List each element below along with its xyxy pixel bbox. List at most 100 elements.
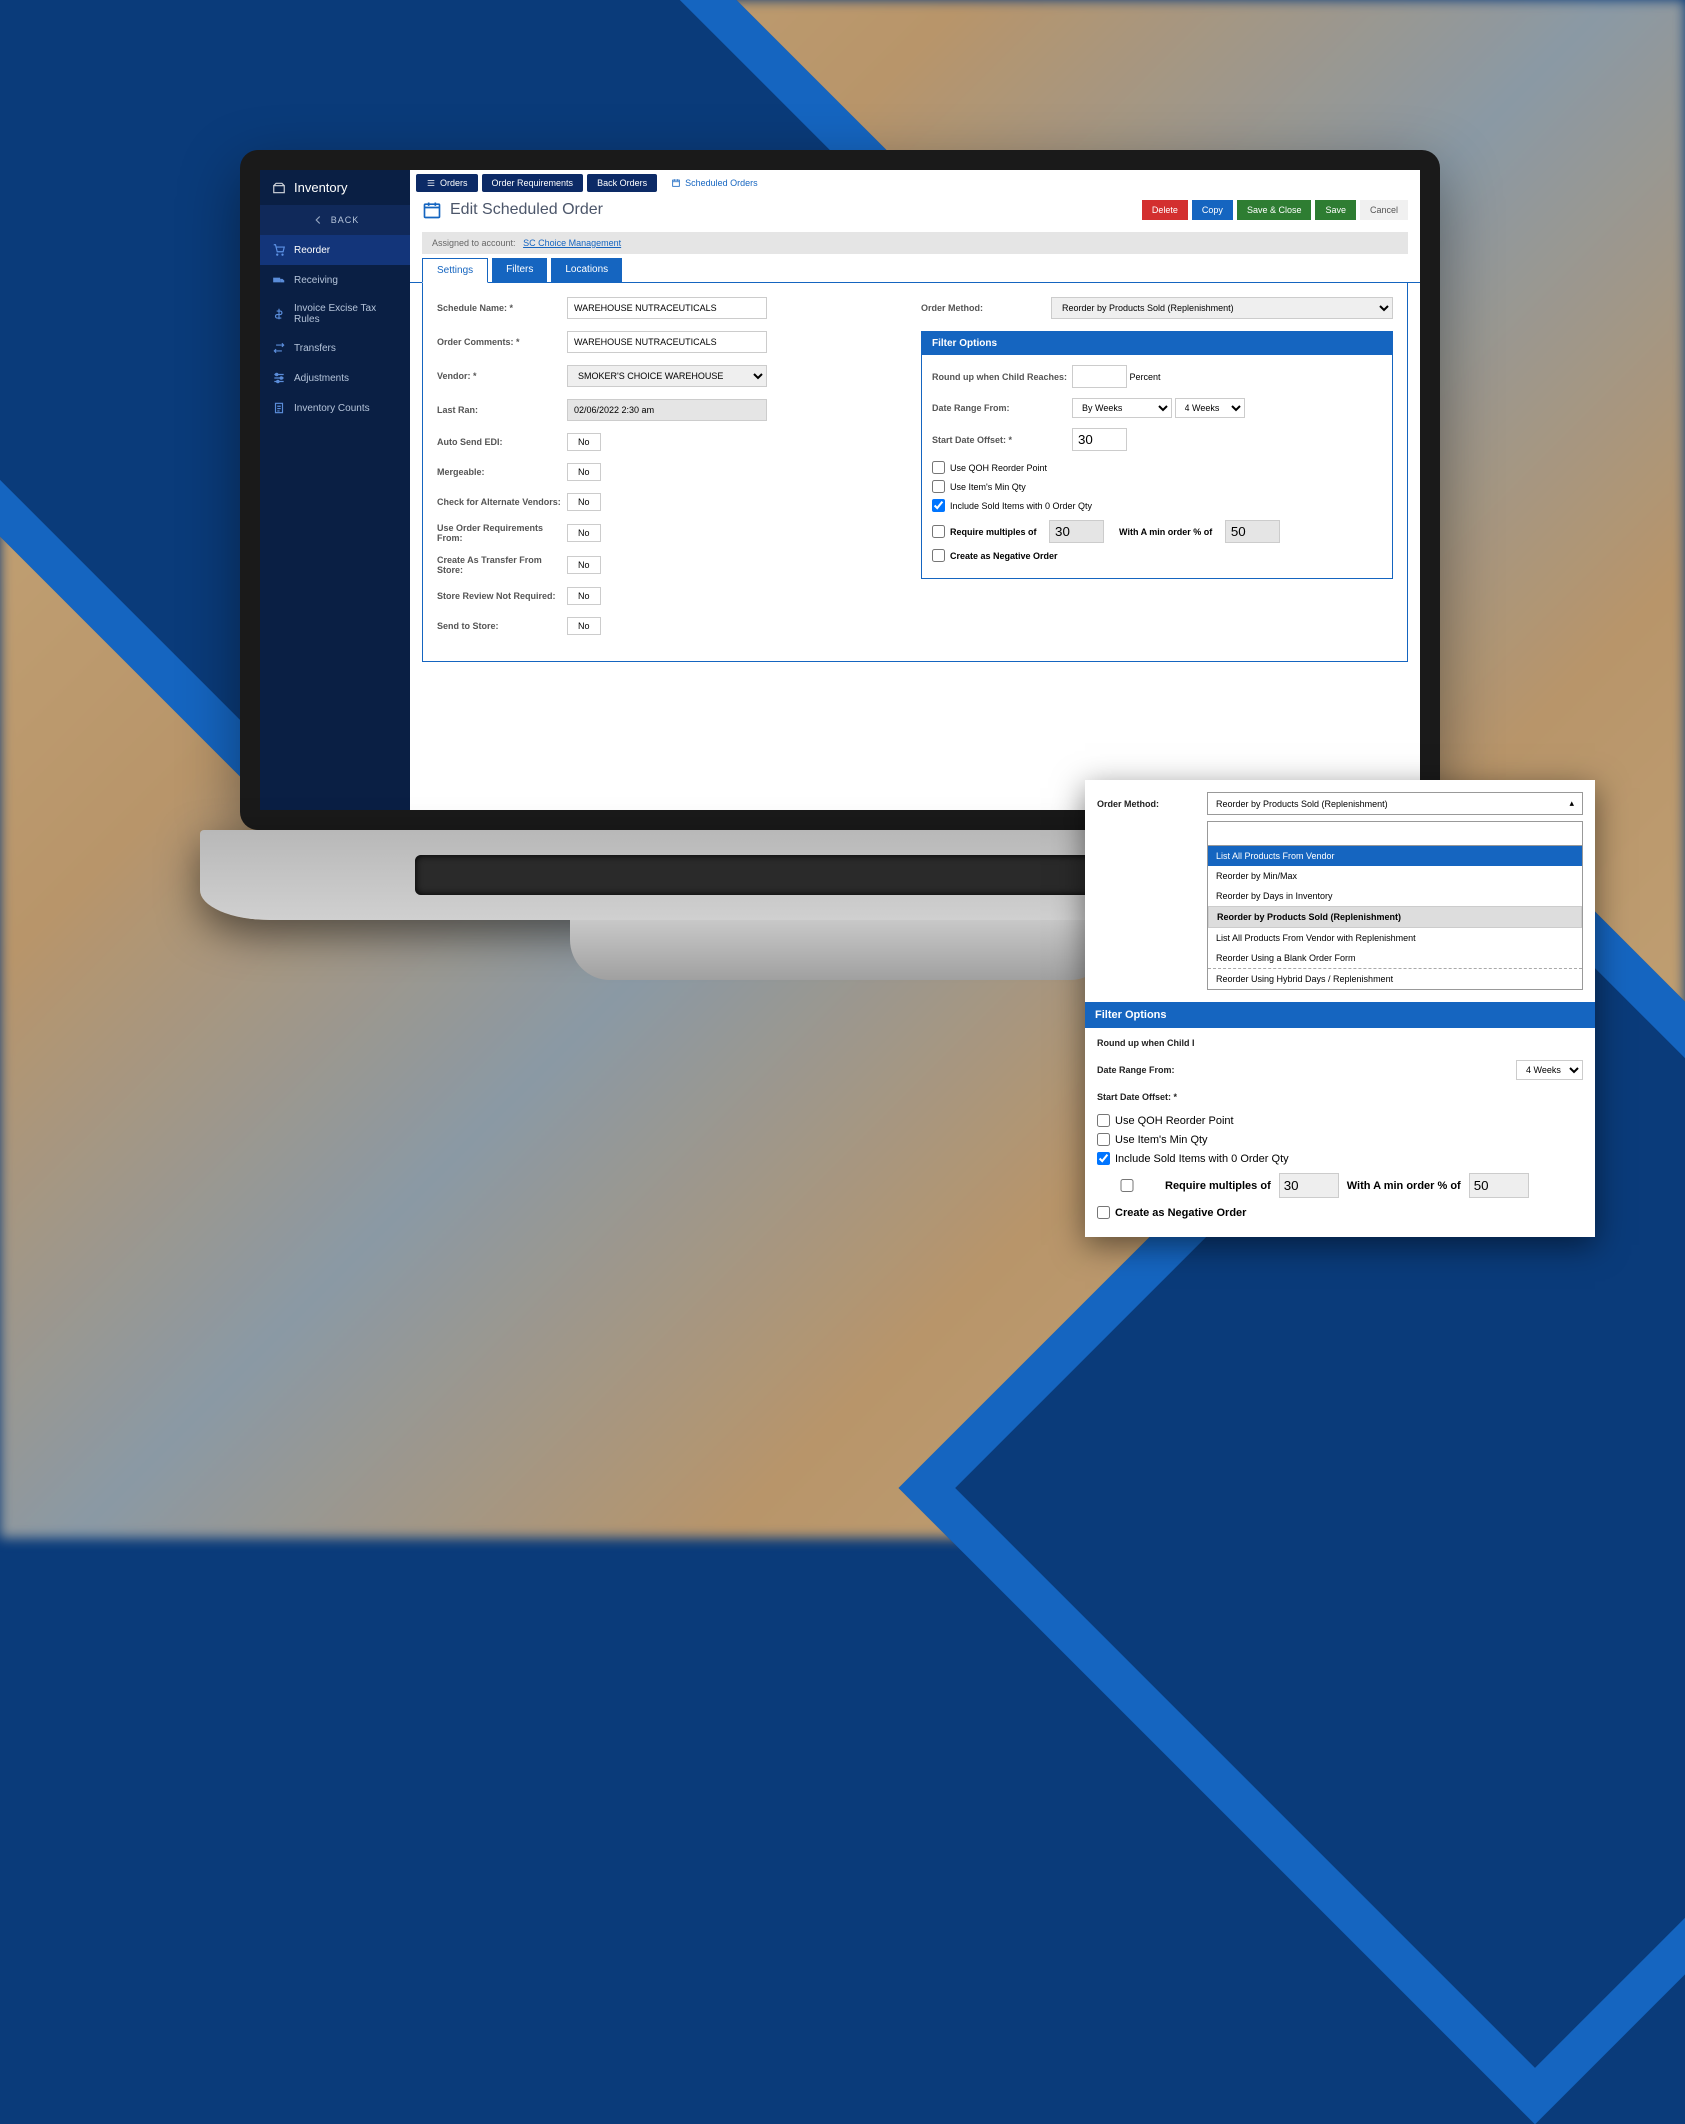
- sidebar-item-inventory-counts[interactable]: Inventory Counts: [260, 393, 410, 423]
- store-review-toggle[interactable]: No: [567, 587, 601, 605]
- dropdown-option[interactable]: List All Products From Vendor: [1208, 846, 1582, 866]
- dropdown-option[interactable]: Reorder by Days in Inventory: [1208, 886, 1582, 906]
- sidebar-item-reorder[interactable]: Reorder: [260, 235, 410, 265]
- vendor-select[interactable]: SMOKER'S CHOICE WAREHOUSE: [567, 365, 767, 387]
- dollar-icon: [272, 307, 286, 321]
- dropdown-option-selected[interactable]: Reorder by Products Sold (Replenishment): [1208, 906, 1582, 928]
- filter-options-header: Filter Options: [922, 332, 1392, 355]
- zoom-use-min-label: Use Item's Min Qty: [1115, 1134, 1208, 1146]
- order-comments-input[interactable]: [567, 331, 767, 353]
- dropdown-option[interactable]: Reorder by Min/Max: [1208, 866, 1582, 886]
- use-qoh-checkbox[interactable]: [932, 461, 945, 474]
- create-transfer-toggle[interactable]: No: [567, 556, 601, 574]
- dropdown-search-input[interactable]: [1207, 821, 1583, 846]
- tab-label: Back Orders: [597, 178, 647, 188]
- copy-button[interactable]: Copy: [1192, 200, 1233, 220]
- tab-scheduled-orders[interactable]: Scheduled Orders: [661, 174, 768, 192]
- order-comments-label: Order Comments: *: [437, 337, 567, 347]
- auto-send-label: Auto Send EDI:: [437, 437, 567, 447]
- zoom-order-method-select[interactable]: Reorder by Products Sold (Replenishment)…: [1207, 792, 1583, 815]
- zoom-require-mult-value: [1279, 1173, 1339, 1198]
- sidebar-item-label: Transfers: [294, 343, 336, 354]
- zoom-filter-options-header: Filter Options: [1085, 1002, 1595, 1028]
- save-close-button[interactable]: Save & Close: [1237, 200, 1312, 220]
- zoom-weeks-select[interactable]: 4 Weeks: [1516, 1060, 1583, 1080]
- sidebar-item-invoice-tax[interactable]: Invoice Excise Tax Rules: [260, 295, 410, 333]
- zoom-with-min-label: With A min order % of: [1347, 1180, 1461, 1192]
- dropdown-option[interactable]: List All Products From Vendor with Reple…: [1208, 928, 1582, 948]
- chevron-up-icon: ▴: [1569, 798, 1574, 809]
- subtab-settings[interactable]: Settings: [422, 258, 488, 283]
- schedule-name-input[interactable]: [567, 297, 767, 319]
- zoom-include-sold-checkbox[interactable]: [1097, 1152, 1110, 1165]
- dropdown-list[interactable]: List All Products From Vendor Reorder by…: [1207, 846, 1583, 990]
- auto-send-toggle[interactable]: No: [567, 433, 601, 451]
- subtab-locations[interactable]: Locations: [551, 258, 622, 282]
- neg-order-checkbox[interactable]: [932, 549, 945, 562]
- use-min-label: Use Item's Min Qty: [950, 482, 1026, 492]
- tab-label: Orders: [440, 178, 468, 188]
- last-ran-label: Last Ran:: [437, 405, 567, 415]
- include-sold-checkbox[interactable]: [932, 499, 945, 512]
- zoom-require-mult-checkbox[interactable]: [1097, 1179, 1157, 1192]
- zoom-neg-order-checkbox[interactable]: [1097, 1206, 1110, 1219]
- sidebar-item-label: Invoice Excise Tax Rules: [294, 303, 398, 325]
- assigned-bar: Assigned to account: SC Choice Managemen…: [422, 232, 1408, 254]
- cancel-button[interactable]: Cancel: [1360, 200, 1408, 220]
- subtab-filters[interactable]: Filters: [492, 258, 547, 282]
- sidebar-item-adjustments[interactable]: Adjustments: [260, 363, 410, 393]
- use-req-toggle[interactable]: No: [567, 524, 601, 542]
- zoom-date-range-label: Date Range From:: [1097, 1065, 1207, 1075]
- start-offset-input[interactable]: [1072, 428, 1127, 451]
- sidebar-item-label: Receiving: [294, 275, 338, 286]
- page-title-text: Edit Scheduled Order: [450, 201, 603, 219]
- zoom-roundup-label: Round up when Child I: [1097, 1038, 1207, 1048]
- check-alt-label: Check for Alternate Vendors:: [437, 497, 567, 507]
- sidebar-title: Inventory: [260, 170, 410, 205]
- require-mult-label: Require multiples of: [950, 527, 1037, 537]
- dropdown-option[interactable]: Reorder Using a Blank Order Form: [1208, 948, 1582, 968]
- order-method-label: Order Method:: [921, 303, 1051, 313]
- with-min-label: With A min order % of: [1119, 527, 1212, 537]
- top-tabs: Orders Order Requirements Back Orders Sc…: [410, 170, 1420, 192]
- truck-icon: [272, 273, 286, 287]
- roundup-label: Round up when Child Reaches:: [932, 372, 1072, 382]
- require-mult-value: [1049, 520, 1104, 543]
- list-icon: [426, 178, 436, 188]
- check-alt-toggle[interactable]: No: [567, 493, 601, 511]
- tab-back-orders[interactable]: Back Orders: [587, 174, 657, 192]
- send-store-toggle[interactable]: No: [567, 617, 601, 635]
- back-button[interactable]: BACK: [260, 205, 410, 235]
- tab-orders[interactable]: Orders: [416, 174, 478, 192]
- sidebar-item-receiving[interactable]: Receiving: [260, 265, 410, 295]
- require-mult-checkbox[interactable]: [932, 525, 945, 538]
- roundup-input[interactable]: [1072, 365, 1127, 388]
- date-range-unit-select[interactable]: By Weeks: [1072, 398, 1172, 418]
- zoom-order-method-label: Order Method:: [1097, 799, 1207, 809]
- use-min-checkbox[interactable]: [932, 480, 945, 493]
- zoom-start-offset-label: Start Date Offset: *: [1097, 1092, 1207, 1102]
- left-column: Schedule Name: * Order Comments: * Vendo…: [437, 297, 909, 647]
- zoom-use-qoh-checkbox[interactable]: [1097, 1114, 1110, 1127]
- transfer-icon: [272, 341, 286, 355]
- dropdown-option[interactable]: Reorder Using Hybrid Days / Replenishmen…: [1208, 968, 1582, 989]
- page-title: Edit Scheduled Order: [422, 200, 603, 220]
- zoom-use-qoh-label: Use QOH Reorder Point: [1115, 1115, 1234, 1127]
- sidebar-item-transfers[interactable]: Transfers: [260, 333, 410, 363]
- zoom-require-mult-label: Require multiples of: [1165, 1180, 1271, 1192]
- delete-button[interactable]: Delete: [1142, 200, 1188, 220]
- mergeable-toggle[interactable]: No: [567, 463, 601, 481]
- sidebar-title-text: Inventory: [294, 180, 347, 195]
- save-button[interactable]: Save: [1315, 200, 1356, 220]
- order-method-select[interactable]: Reorder by Products Sold (Replenishment): [1051, 297, 1393, 319]
- dropdown-container: List All Products From Vendor Reorder by…: [1207, 821, 1583, 990]
- inventory-icon: [272, 181, 286, 195]
- assigned-account-link[interactable]: SC Choice Management: [523, 238, 621, 248]
- page-header: Edit Scheduled Order Delete Copy Save & …: [410, 192, 1420, 228]
- tab-label: Order Requirements: [492, 178, 574, 188]
- form-area: Schedule Name: * Order Comments: * Vendo…: [422, 283, 1408, 662]
- percent-label: Percent: [1130, 372, 1161, 382]
- date-range-count-select[interactable]: 4 Weeks: [1175, 398, 1245, 418]
- tab-order-requirements[interactable]: Order Requirements: [482, 174, 584, 192]
- zoom-use-min-checkbox[interactable]: [1097, 1133, 1110, 1146]
